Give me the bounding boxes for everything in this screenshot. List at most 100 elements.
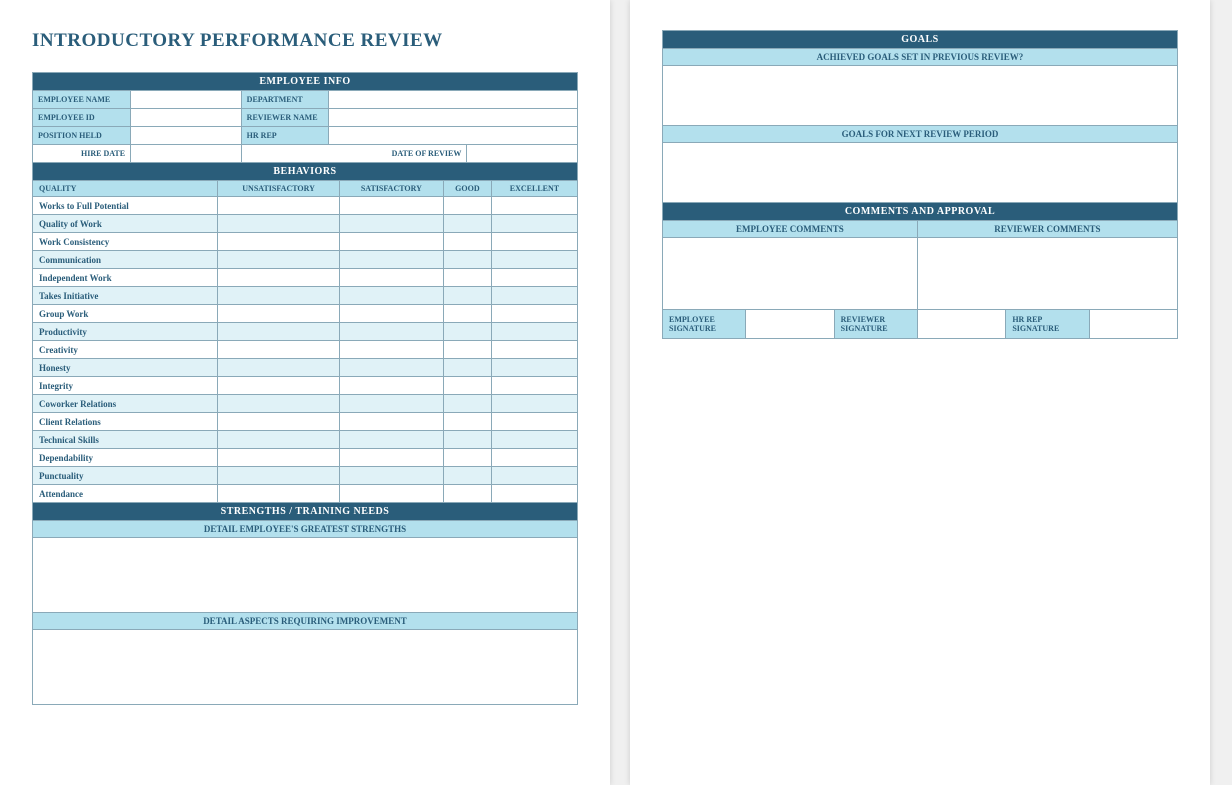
- rating-good: GOOD: [443, 181, 491, 197]
- behavior-rating-cell[interactable]: [339, 431, 443, 449]
- input-employee-name[interactable]: [131, 91, 242, 109]
- behavior-rating-cell[interactable]: [491, 485, 577, 503]
- goals-next-label: GOALS FOR NEXT REVIEW PERIOD: [663, 126, 1178, 143]
- input-hire-date[interactable]: [131, 145, 242, 163]
- rating-satisfactory: SATISFACTORY: [339, 181, 443, 197]
- behavior-rating-cell[interactable]: [491, 449, 577, 467]
- behavior-rating-cell[interactable]: [491, 305, 577, 323]
- input-goals-next[interactable]: [663, 143, 1178, 203]
- behavior-rating-cell[interactable]: [443, 449, 491, 467]
- behavior-rating-cell[interactable]: [339, 287, 443, 305]
- behavior-rating-cell[interactable]: [443, 197, 491, 215]
- behavior-rating-cell[interactable]: [491, 413, 577, 431]
- behavior-rating-cell[interactable]: [443, 323, 491, 341]
- input-improvement[interactable]: [33, 630, 578, 705]
- behavior-rating-cell[interactable]: [339, 215, 443, 233]
- behavior-rating-cell[interactable]: [443, 305, 491, 323]
- input-hr-rep[interactable]: [328, 127, 577, 145]
- input-reviewer-comments[interactable]: [917, 238, 1177, 310]
- behavior-rating-cell[interactable]: [339, 485, 443, 503]
- input-employee-comments[interactable]: [663, 238, 918, 310]
- behavior-rating-cell[interactable]: [443, 269, 491, 287]
- behavior-rating-cell[interactable]: [339, 467, 443, 485]
- behavior-rating-cell[interactable]: [218, 431, 340, 449]
- behavior-rating-cell[interactable]: [218, 197, 340, 215]
- input-reviewer-name[interactable]: [328, 109, 577, 127]
- behavior-rating-cell[interactable]: [339, 359, 443, 377]
- behavior-rating-cell[interactable]: [339, 413, 443, 431]
- behavior-rating-cell[interactable]: [339, 269, 443, 287]
- behavior-rating-cell[interactable]: [443, 233, 491, 251]
- label-employee-id: EMPLOYEE ID: [33, 109, 131, 127]
- behavior-rating-cell[interactable]: [218, 215, 340, 233]
- behavior-rating-cell[interactable]: [443, 215, 491, 233]
- input-goals-achieved[interactable]: [663, 66, 1178, 126]
- behavior-rating-cell[interactable]: [339, 449, 443, 467]
- input-date-of-review[interactable]: [467, 145, 578, 163]
- behavior-rating-cell[interactable]: [491, 287, 577, 305]
- behavior-rating-cell[interactable]: [491, 395, 577, 413]
- input-department[interactable]: [328, 91, 577, 109]
- behavior-rating-cell[interactable]: [491, 341, 577, 359]
- page-left: INTRODUCTORY PERFORMANCE REVIEW EMPLOYEE…: [0, 0, 610, 785]
- behavior-row: Punctuality: [33, 467, 578, 485]
- behavior-rating-cell[interactable]: [491, 251, 577, 269]
- behavior-rating-cell[interactable]: [218, 305, 340, 323]
- behavior-rating-cell[interactable]: [491, 215, 577, 233]
- behavior-label: Quality of Work: [33, 215, 218, 233]
- behavior-rating-cell[interactable]: [218, 269, 340, 287]
- behavior-rating-cell[interactable]: [443, 251, 491, 269]
- behavior-rating-cell[interactable]: [339, 341, 443, 359]
- behavior-rating-cell[interactable]: [218, 485, 340, 503]
- behavior-rating-cell[interactable]: [443, 467, 491, 485]
- behavior-row: Productivity: [33, 323, 578, 341]
- behavior-rating-cell[interactable]: [339, 323, 443, 341]
- input-employee-id[interactable]: [131, 109, 242, 127]
- label-position-held: POSITION HELD: [33, 127, 131, 145]
- behavior-rating-cell[interactable]: [491, 377, 577, 395]
- behavior-rating-cell[interactable]: [491, 323, 577, 341]
- behavior-rating-cell[interactable]: [339, 197, 443, 215]
- input-reviewer-signature[interactable]: [917, 310, 1005, 339]
- strengths-header: STRENGTHS / TRAINING NEEDS: [33, 503, 578, 521]
- behavior-rating-cell[interactable]: [443, 287, 491, 305]
- behavior-rating-cell[interactable]: [443, 485, 491, 503]
- behavior-rating-cell[interactable]: [339, 251, 443, 269]
- behavior-rating-cell[interactable]: [339, 395, 443, 413]
- behavior-rating-cell[interactable]: [491, 269, 577, 287]
- behavior-rating-cell[interactable]: [339, 233, 443, 251]
- behavior-rating-cell[interactable]: [218, 413, 340, 431]
- behavior-rating-cell[interactable]: [443, 413, 491, 431]
- behavior-rating-cell[interactable]: [218, 341, 340, 359]
- behavior-rating-cell[interactable]: [218, 377, 340, 395]
- behavior-rating-cell[interactable]: [443, 377, 491, 395]
- behavior-rating-cell[interactable]: [218, 251, 340, 269]
- behavior-rating-cell[interactable]: [443, 341, 491, 359]
- behavior-rating-cell[interactable]: [218, 449, 340, 467]
- behavior-rating-cell[interactable]: [443, 359, 491, 377]
- behavior-rating-cell[interactable]: [218, 233, 340, 251]
- behavior-rating-cell[interactable]: [339, 305, 443, 323]
- input-employee-signature[interactable]: [746, 310, 834, 339]
- behavior-rating-cell[interactable]: [218, 323, 340, 341]
- behavior-rating-cell[interactable]: [443, 431, 491, 449]
- behavior-rating-cell[interactable]: [218, 287, 340, 305]
- behavior-rating-cell[interactable]: [491, 467, 577, 485]
- input-hr-signature[interactable]: [1089, 310, 1177, 339]
- behavior-rating-cell[interactable]: [218, 359, 340, 377]
- behavior-row: Communication: [33, 251, 578, 269]
- behavior-rating-cell[interactable]: [491, 359, 577, 377]
- behavior-rating-cell[interactable]: [218, 395, 340, 413]
- behavior-label: Communication: [33, 251, 218, 269]
- page-right: GOALS ACHIEVED GOALS SET IN PREVIOUS REV…: [630, 0, 1210, 785]
- label-date-of-review: DATE OF REVIEW: [241, 145, 467, 163]
- input-position-held[interactable]: [131, 127, 242, 145]
- behavior-rating-cell[interactable]: [491, 197, 577, 215]
- behavior-rating-cell[interactable]: [443, 395, 491, 413]
- behavior-row: Independent Work: [33, 269, 578, 287]
- input-strengths[interactable]: [33, 538, 578, 613]
- behavior-rating-cell[interactable]: [339, 377, 443, 395]
- behavior-rating-cell[interactable]: [491, 431, 577, 449]
- behavior-rating-cell[interactable]: [218, 467, 340, 485]
- behavior-rating-cell[interactable]: [491, 233, 577, 251]
